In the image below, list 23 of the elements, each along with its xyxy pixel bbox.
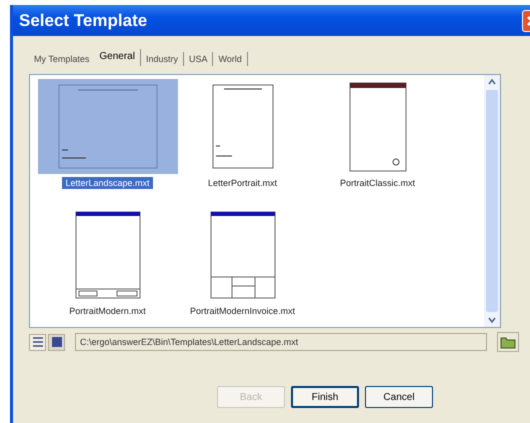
tab[interactable]: Industry: [140, 52, 184, 66]
list-view-button[interactable]: [29, 334, 46, 350]
list-icon: [32, 336, 44, 348]
folder-icon: [500, 335, 516, 349]
template-name: PortraitModernInvoice.mxt: [188, 305, 296, 317]
template-name: PortraitClassic.mxt: [338, 177, 416, 189]
template-name: PortraitModern.mxt: [68, 305, 147, 317]
tab[interactable]: World: [213, 52, 248, 66]
path-field: C:\ergo\answerEZ\Bin\Templates\LetterLandscape.mxt: [75, 333, 487, 351]
tab[interactable]: USA: [184, 52, 214, 66]
scrollbar[interactable]: [484, 75, 500, 327]
tab[interactable]: General: [94, 49, 141, 66]
icon-view-button[interactable]: [48, 334, 65, 350]
tab[interactable]: My Templates: [29, 52, 94, 66]
template-name: LetterPortrait.mxt: [206, 177, 278, 189]
window-title: Select Template: [19, 10, 148, 30]
scroll-up-icon: [487, 77, 497, 87]
dialog-button[interactable]: Finish: [291, 386, 359, 408]
icons-view-icon: [50, 336, 62, 348]
browse-button[interactable]: [497, 332, 519, 352]
scroll-down-icon: [487, 315, 497, 325]
dialog-button[interactable]: Cancel: [365, 386, 433, 408]
template-name: LetterLandscape.mxt: [62, 177, 153, 189]
